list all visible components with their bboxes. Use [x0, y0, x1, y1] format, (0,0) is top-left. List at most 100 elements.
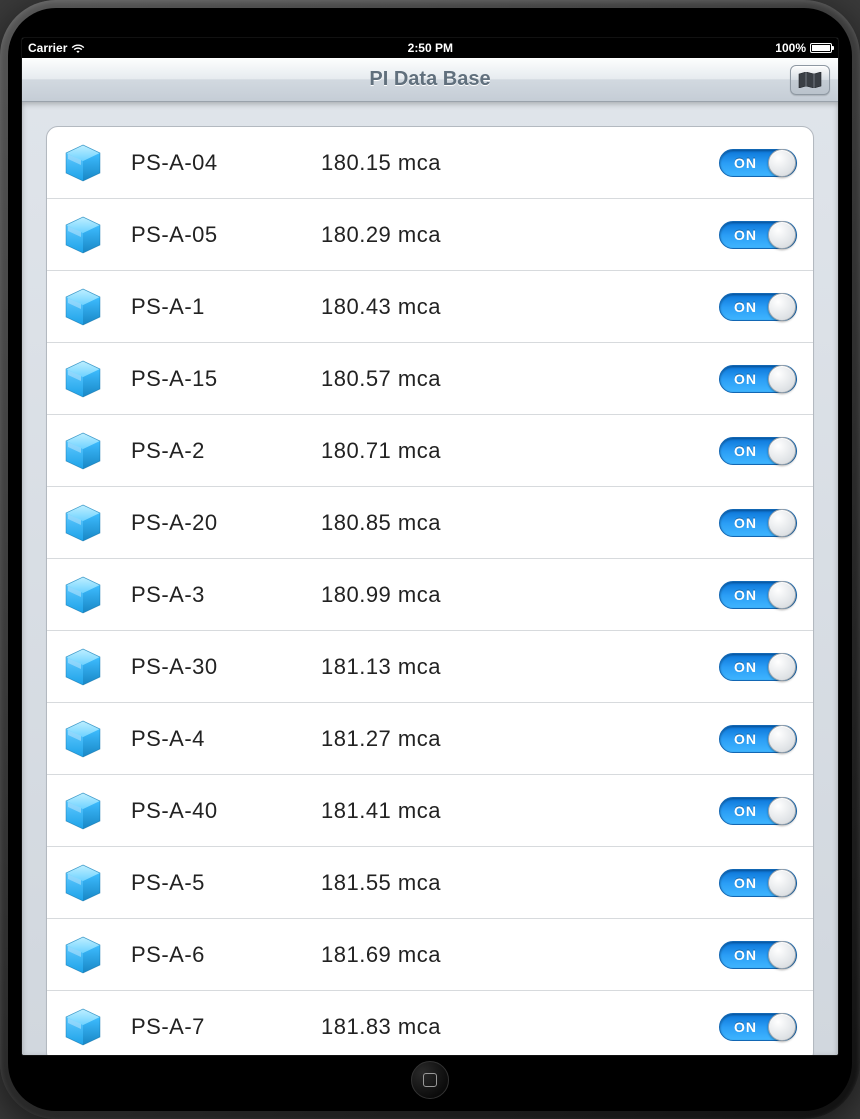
toggle-on-label: ON [734, 731, 757, 747]
row-value: 180.43 mca [321, 294, 719, 320]
nav-bar: PI Data Base [22, 58, 838, 102]
toggle-on-label: ON [734, 947, 757, 963]
carrier-label: Carrier [28, 41, 67, 55]
row-tag: PS-A-4 [131, 726, 321, 752]
toggle-on-label: ON [734, 299, 757, 315]
row-toggle[interactable]: ON [719, 437, 797, 465]
row-toggle[interactable]: ON [719, 1013, 797, 1041]
toggle-knob [768, 437, 796, 465]
table-row[interactable]: PS-A-40181.41 mca ON [47, 775, 813, 847]
cube-icon [63, 863, 103, 903]
row-tag: PS-A-20 [131, 510, 321, 536]
row-value: 180.15 mca [321, 150, 719, 176]
toggle-knob [768, 725, 796, 753]
table-row[interactable]: PS-A-3180.99 mca ON [47, 559, 813, 631]
row-value: 181.69 mca [321, 942, 719, 968]
row-value: 181.13 mca [321, 654, 719, 680]
toggle-on-label: ON [734, 875, 757, 891]
toggle-knob [768, 509, 796, 537]
ipad-device: Carrier 2:50 PM 100% [0, 0, 860, 1119]
cube-icon [63, 791, 103, 831]
map-icon [798, 72, 822, 88]
row-tag: PS-A-04 [131, 150, 321, 176]
row-toggle[interactable]: ON [719, 221, 797, 249]
cube-icon [63, 1007, 103, 1047]
row-value: 181.27 mca [321, 726, 719, 752]
row-tag: PS-A-7 [131, 1014, 321, 1040]
table-row[interactable]: PS-A-2180.71 mca ON [47, 415, 813, 487]
toggle-knob [768, 221, 796, 249]
row-value: 181.83 mca [321, 1014, 719, 1040]
cube-icon [63, 431, 103, 471]
toggle-on-label: ON [734, 1019, 757, 1035]
toggle-on-label: ON [734, 803, 757, 819]
status-left: Carrier [28, 41, 85, 55]
row-value: 180.71 mca [321, 438, 719, 464]
table-row[interactable]: PS-A-4181.27 mca ON [47, 703, 813, 775]
row-toggle[interactable]: ON [719, 293, 797, 321]
row-toggle[interactable]: ON [719, 509, 797, 537]
cube-icon [63, 575, 103, 615]
home-button[interactable] [411, 1061, 449, 1099]
table-row[interactable]: PS-A-20180.85 mca ON [47, 487, 813, 559]
toggle-on-label: ON [734, 155, 757, 171]
status-right: 100% [775, 41, 832, 55]
toggle-on-label: ON [734, 371, 757, 387]
toggle-knob [768, 581, 796, 609]
content-area[interactable]: PS-A-04180.15 mca ON PS-A-05180.29 mca ON [22, 102, 838, 1055]
screen: Carrier 2:50 PM 100% [22, 38, 838, 1055]
table-row[interactable]: PS-A-05180.29 mca ON [47, 199, 813, 271]
row-value: 180.99 mca [321, 582, 719, 608]
row-tag: PS-A-15 [131, 366, 321, 392]
row-toggle[interactable]: ON [719, 149, 797, 177]
cube-icon [63, 935, 103, 975]
wifi-icon [71, 43, 85, 53]
toggle-knob [768, 869, 796, 897]
row-value: 180.85 mca [321, 510, 719, 536]
row-value: 181.41 mca [321, 798, 719, 824]
row-toggle[interactable]: ON [719, 653, 797, 681]
row-tag: PS-A-05 [131, 222, 321, 248]
toggle-knob [768, 365, 796, 393]
row-tag: PS-A-40 [131, 798, 321, 824]
table-row[interactable]: PS-A-30181.13 mca ON [47, 631, 813, 703]
row-tag: PS-A-3 [131, 582, 321, 608]
status-bar: Carrier 2:50 PM 100% [22, 38, 838, 58]
table-row[interactable]: PS-A-04180.15 mca ON [47, 127, 813, 199]
row-toggle[interactable]: ON [719, 797, 797, 825]
status-time: 2:50 PM [85, 41, 775, 55]
toggle-knob [768, 149, 796, 177]
row-value: 180.29 mca [321, 222, 719, 248]
row-tag: PS-A-2 [131, 438, 321, 464]
battery-icon [810, 43, 832, 53]
row-toggle[interactable]: ON [719, 725, 797, 753]
table-row[interactable]: PS-A-1180.43 mca ON [47, 271, 813, 343]
row-value: 181.55 mca [321, 870, 719, 896]
toggle-on-label: ON [734, 515, 757, 531]
cube-icon [63, 215, 103, 255]
toggle-on-label: ON [734, 227, 757, 243]
cube-icon [63, 359, 103, 399]
toggle-knob [768, 797, 796, 825]
toggle-knob [768, 293, 796, 321]
battery-pct: 100% [775, 41, 806, 55]
toggle-on-label: ON [734, 587, 757, 603]
row-toggle[interactable]: ON [719, 941, 797, 969]
cube-icon [63, 503, 103, 543]
page-title: PI Data Base [369, 68, 490, 91]
cube-icon [63, 143, 103, 183]
toggle-on-label: ON [734, 659, 757, 675]
table-row[interactable]: PS-A-5181.55 mcaON [47, 847, 813, 919]
row-tag: PS-A-1 [131, 294, 321, 320]
row-toggle[interactable]: ON [719, 581, 797, 609]
table-row[interactable]: PS-A-6181.69 mcaON [47, 919, 813, 991]
cube-icon [63, 719, 103, 759]
row-toggle[interactable]: ON [719, 365, 797, 393]
row-value: 180.57 mca [321, 366, 719, 392]
table-row[interactable]: PS-A-7181.83 mca ON [47, 991, 813, 1055]
toggle-on-label: ON [734, 443, 757, 459]
map-button[interactable] [790, 65, 830, 95]
row-tag: PS-A-30 [131, 654, 321, 680]
row-toggle[interactable]: ON [719, 869, 797, 897]
table-row[interactable]: PS-A-15180.57 mca ON [47, 343, 813, 415]
